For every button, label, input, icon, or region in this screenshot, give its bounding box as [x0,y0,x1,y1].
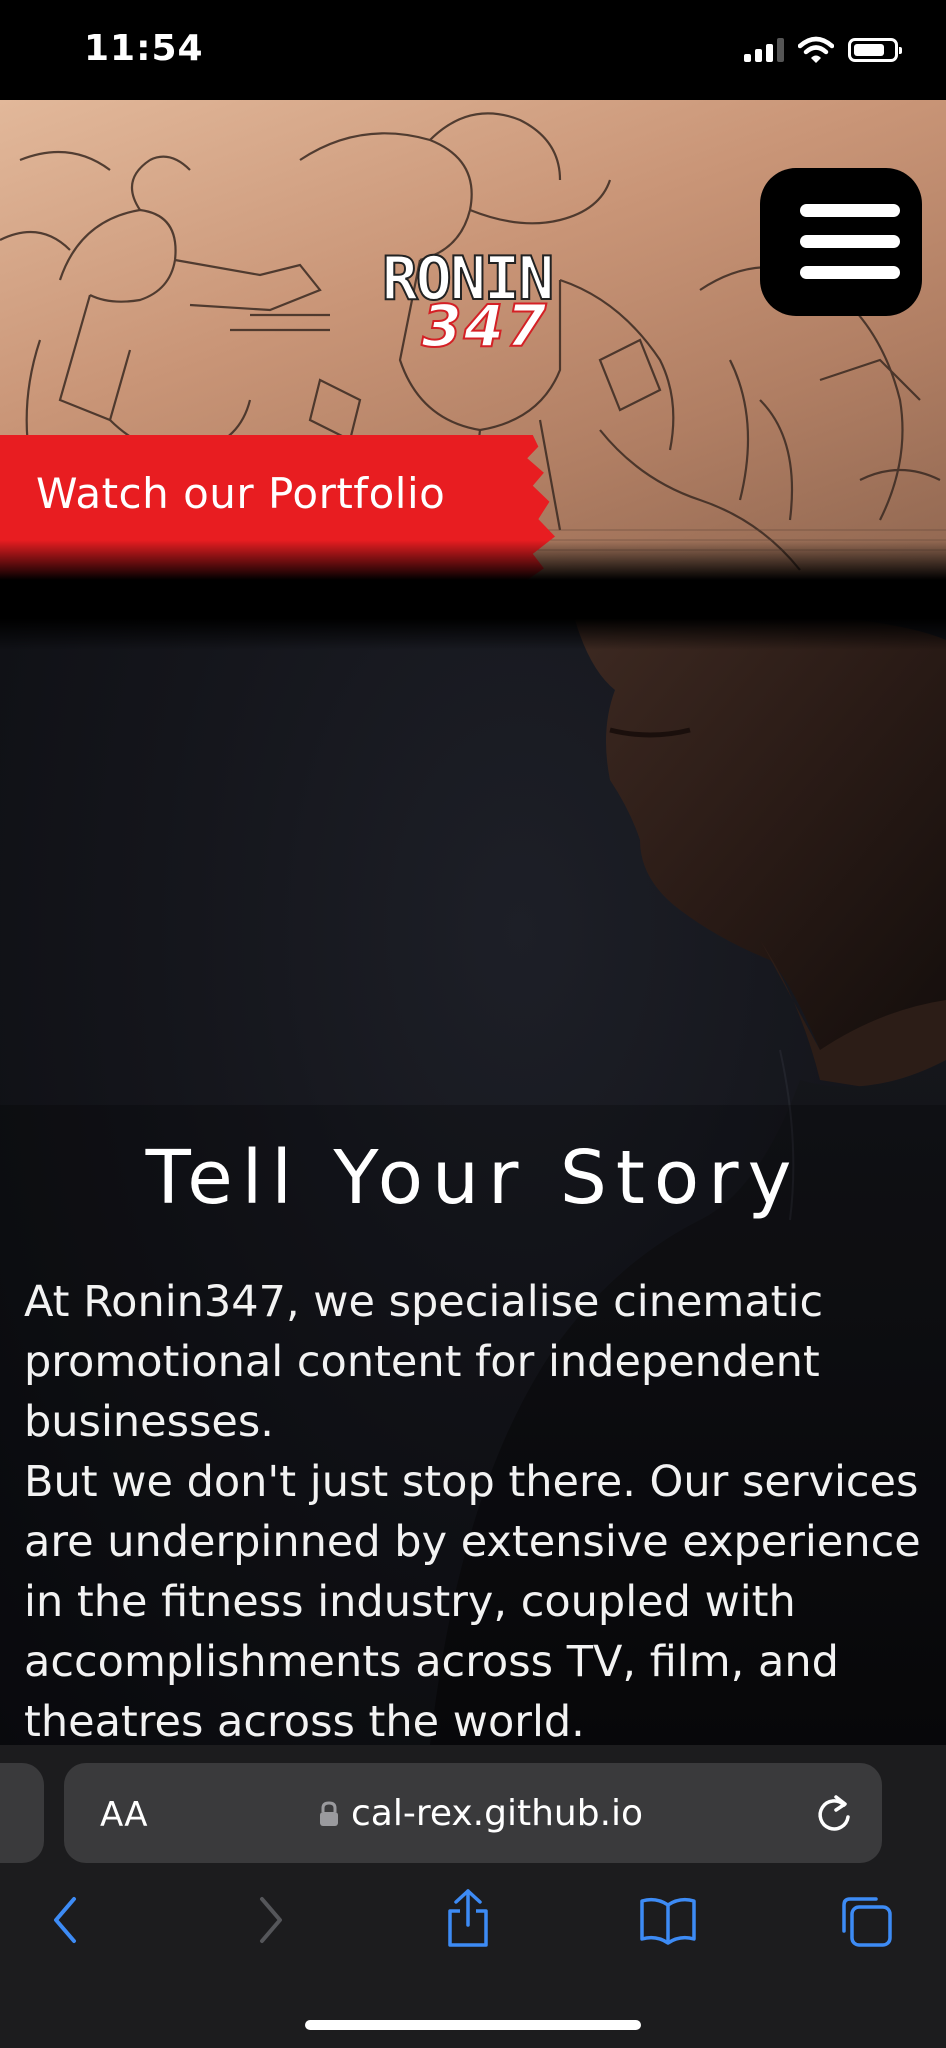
menu-icon-bar-bottom [800,266,900,279]
story-description: At Ronin347, we specialise cinematic pro… [24,1272,929,1745]
bookmarks-icon[interactable] [638,1895,698,1945]
hero-banner: RONIN 347 Watch our Portfolio [0,100,946,580]
story-paragraph-2: But we don't just stop there. Our servic… [24,1457,921,1745]
wifi-icon [798,36,834,63]
tabs-icon[interactable] [838,1893,894,1949]
story-heading: Tell Your Story [145,1135,801,1221]
status-icons [744,36,902,64]
ronin347-logo[interactable]: RONIN 347 [362,248,572,360]
status-time: 11:54 [84,28,204,69]
navigation-toolbar [0,1889,946,1965]
cellular-signal-icon [744,38,784,62]
url-text: cal-rex.github.io [351,1793,644,1834]
text-size-button[interactable]: AA [100,1795,147,1835]
browser-toolbar: AA cal-rex.github.io [0,1745,946,2048]
tell-your-story-section: Tell Your Story At Ronin347, we speciali… [0,580,946,1745]
story-paragraph-1: At Ronin347, we specialise cinematic pro… [24,1277,824,1447]
menu-icon-bar-middle [800,235,900,248]
home-indicator[interactable] [305,2020,641,2030]
forward-icon[interactable] [256,1895,286,1945]
share-icon[interactable] [444,1887,492,1949]
url-display[interactable]: cal-rex.github.io [319,1793,643,1834]
lock-icon [320,1800,338,1826]
back-icon[interactable] [50,1895,80,1945]
address-bar[interactable]: AA cal-rex.github.io [64,1763,882,1863]
watch-portfolio-label: Watch our Portfolio [36,469,446,518]
menu-icon-bar-top [800,204,900,217]
battery-icon [848,38,902,62]
menu-button[interactable] [760,168,922,316]
status-bar: 11:54 [0,0,946,100]
reload-icon[interactable] [814,1791,854,1835]
logo-number: 347 [420,292,549,360]
previous-tab-preview[interactable] [0,1763,44,1863]
